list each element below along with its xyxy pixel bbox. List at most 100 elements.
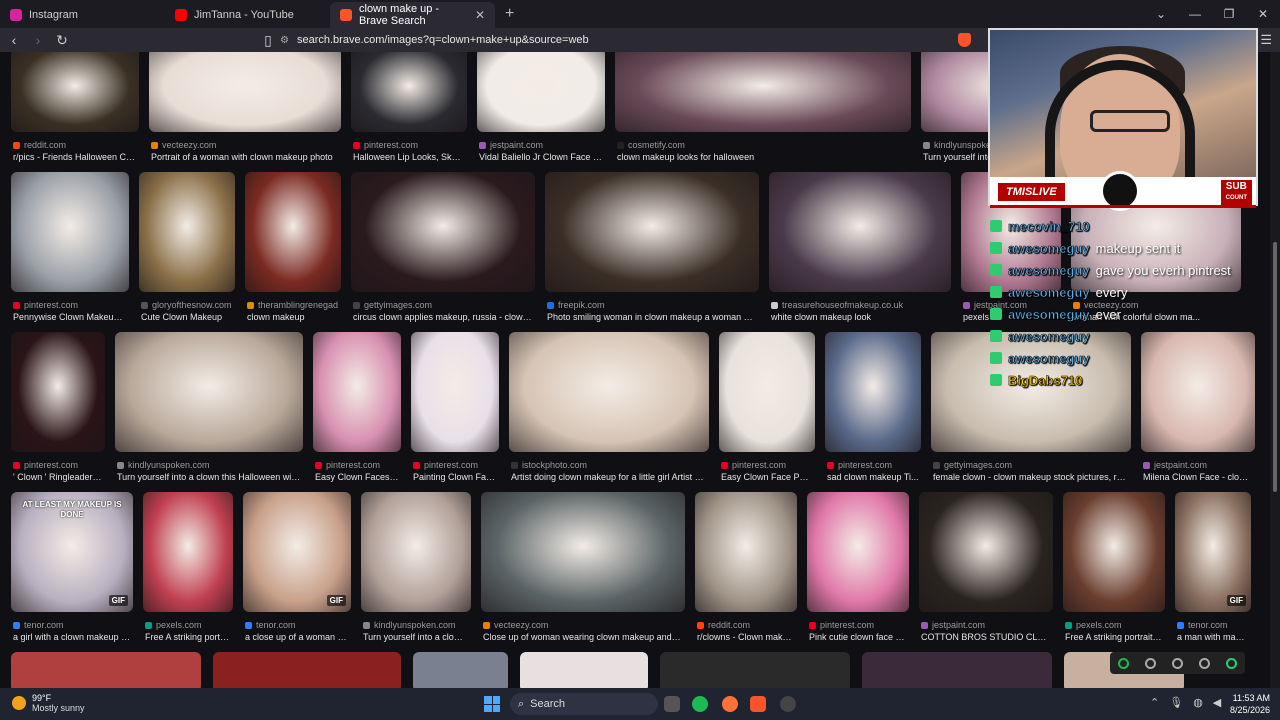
image-thumbnail[interactable] xyxy=(115,332,303,452)
result-caption[interactable]: a girl with a clown makeup on... xyxy=(13,632,131,642)
result-caption[interactable]: sad clown makeup Ti... xyxy=(827,472,919,482)
result-caption[interactable]: a man with make... xyxy=(1177,632,1249,642)
volume-icon[interactable]: ◀ xyxy=(1213,696,1221,709)
toolbar-icon-2[interactable] xyxy=(1145,657,1156,669)
result-caption[interactable]: circus clown applies makeup, russia - cl… xyxy=(353,312,533,322)
result-caption[interactable]: r/pics - Friends Halloween Clo... xyxy=(13,152,137,162)
result-source[interactable]: pinterest.com xyxy=(721,460,813,470)
result-caption[interactable]: Close up of woman wearing clown makeup a… xyxy=(483,632,683,642)
bookmark-icon[interactable]: ▯ xyxy=(258,32,278,49)
result-source[interactable]: kindlyunspoken.com xyxy=(117,460,301,470)
result-source[interactable]: istockphoto.com xyxy=(511,460,707,470)
result-caption[interactable]: r/clowns - Clown makeu... xyxy=(697,632,795,642)
result-source[interactable]: pexels.com xyxy=(1065,620,1163,630)
result-source[interactable]: pinterest.com xyxy=(827,460,919,470)
image-result-card[interactable]: pinterest.com Easy Clown Faces, S... xyxy=(313,332,401,492)
result-source[interactable]: freepik.com xyxy=(547,300,757,310)
result-caption[interactable]: Painting Clown Face... xyxy=(413,472,497,482)
result-caption[interactable]: Free A striking portrait o... xyxy=(1065,632,1163,642)
scrollbar-thumb[interactable] xyxy=(1273,242,1277,492)
result-source[interactable]: tenor.com xyxy=(13,620,131,630)
image-thumbnail[interactable] xyxy=(361,492,471,612)
tab-brave-search[interactable]: clown make up - Brave Search ✕ xyxy=(330,2,495,28)
menu-icon[interactable]: ☰ xyxy=(1260,32,1272,48)
obs-icon[interactable] xyxy=(780,696,796,712)
result-source[interactable]: pinterest.com xyxy=(413,460,497,470)
image-thumbnail[interactable] xyxy=(11,172,129,292)
result-source[interactable]: pinterest.com xyxy=(13,460,103,470)
result-source[interactable]: pinterest.com xyxy=(353,140,465,150)
minimize-icon[interactable]: — xyxy=(1178,7,1212,21)
image-result-card[interactable]: kindlyunspoken.com Turn yourself into a c… xyxy=(361,492,471,652)
image-thumbnail[interactable] xyxy=(545,172,759,292)
image-thumbnail[interactable] xyxy=(149,52,341,132)
image-result-card[interactable]: pexels.com Free A striking portrait o... xyxy=(1063,492,1165,652)
image-result-card[interactable]: pinterest.com Pennywise Clown Makeup, P..… xyxy=(11,172,129,332)
result-caption[interactable]: Pennywise Clown Makeup, P... xyxy=(13,312,127,322)
image-thumbnail[interactable] xyxy=(481,492,685,612)
result-source[interactable]: reddit.com xyxy=(13,140,137,150)
image-thumbnail[interactable] xyxy=(520,652,648,688)
result-source[interactable]: kindlyunspoken.com xyxy=(363,620,469,630)
image-thumbnail[interactable] xyxy=(143,492,233,612)
image-thumbnail[interactable] xyxy=(413,652,508,688)
result-caption[interactable]: Free A striking portra... xyxy=(145,632,231,642)
weather-widget[interactable]: 99°F Mostly sunny xyxy=(12,693,85,713)
image-thumbnail[interactable] xyxy=(825,332,921,452)
image-thumbnail[interactable] xyxy=(139,172,235,292)
result-caption[interactable]: Easy Clown Faces, S... xyxy=(315,472,399,482)
address-bar[interactable]: ⚙ search.brave.com/images?q=clown+make+u… xyxy=(280,31,980,49)
result-caption[interactable]: clown makeup looks for halloween xyxy=(617,152,909,162)
image-thumbnail[interactable] xyxy=(769,172,951,292)
image-result-card[interactable]: reddit.com r/pics - Friends Halloween Clo… xyxy=(11,52,139,172)
image-thumbnail[interactable] xyxy=(615,52,911,132)
image-thumbnail[interactable] xyxy=(411,332,499,452)
clock[interactable]: 11:53 AM 8/25/2026 xyxy=(1230,692,1270,716)
image-thumbnail[interactable] xyxy=(807,492,909,612)
image-result-card[interactable]: pinterest.com ' Clown ' Ringleader M... xyxy=(11,332,105,492)
image-result-card[interactable]: treasurehouseofmakeup.co.uk white clown m… xyxy=(769,172,951,332)
image-result-card[interactable]: pexels.com Free A striking portra... xyxy=(143,492,233,652)
result-caption[interactable]: Halloween Lip Looks, Skele... xyxy=(353,152,465,162)
result-caption[interactable]: Photo smiling woman in clown makeup a wo… xyxy=(547,312,757,322)
result-source[interactable]: jestpaint.com xyxy=(921,620,1051,630)
toolbar-icon-4[interactable] xyxy=(1199,657,1210,669)
firefox-icon[interactable] xyxy=(722,696,738,712)
image-result-card[interactable]: kindlyunspoken.com Turn yourself into a c… xyxy=(115,332,303,492)
result-source[interactable]: pinterest.com xyxy=(13,300,127,310)
result-source[interactable]: gloryofthesnow.com xyxy=(141,300,233,310)
image-thumbnail[interactable]: AT LEAST MY MAKEUP IS DONE GIF xyxy=(11,492,133,612)
back-icon[interactable]: ‹ xyxy=(4,32,24,48)
image-result-card[interactable]: vecteezy.com Close up of woman wearing cl… xyxy=(481,492,685,652)
brave-shield-icon[interactable] xyxy=(958,33,971,47)
result-source[interactable]: theramblingrenegad... xyxy=(247,300,339,310)
result-source[interactable]: pinterest.com xyxy=(315,460,399,470)
image-thumbnail[interactable] xyxy=(11,652,201,688)
result-caption[interactable]: ' Clown ' Ringleader M... xyxy=(13,472,103,482)
image-thumbnail[interactable] xyxy=(11,52,139,132)
image-result-card[interactable]: gloryofthesnow.com Cute Clown Makeup xyxy=(139,172,235,332)
result-caption[interactable]: Turn yourself into a clown this Hallowee… xyxy=(117,472,301,482)
image-result-card[interactable]: GIF tenor.com a man with make... xyxy=(1175,492,1251,652)
spotify-icon[interactable] xyxy=(1118,657,1129,669)
image-result-card[interactable]: reddit.com r/clowns - Clown makeu... xyxy=(695,492,797,652)
taskbar-search[interactable]: ⌕ Search xyxy=(510,693,658,715)
image-result-card[interactable]: istockphoto.com Artist doing clown makeup… xyxy=(509,332,709,492)
image-result-card[interactable]: AT LEAST MY MAKEUP IS DONE GIF tenor.com a … xyxy=(11,492,133,652)
result-caption[interactable]: white clown makeup look xyxy=(771,312,949,322)
result-caption[interactable]: Artist doing clown makeup for a little g… xyxy=(511,472,707,482)
restore-icon[interactable]: ❐ xyxy=(1212,7,1246,21)
result-caption[interactable]: Milena Clown Face - clown... xyxy=(1143,472,1253,482)
result-source[interactable]: pexels.com xyxy=(145,620,231,630)
result-source[interactable]: tenor.com xyxy=(1177,620,1249,630)
image-result-card[interactable]: jestpaint.com Vidal Baliello Jr Clown Fac… xyxy=(477,52,605,172)
brave-taskbar-icon[interactable] xyxy=(750,696,766,712)
image-result-card[interactable]: pinterest.com Halloween Lip Looks, Skele.… xyxy=(351,52,467,172)
new-tab-button[interactable]: + xyxy=(495,5,524,23)
result-caption[interactable]: clown makeup xyxy=(247,312,339,322)
result-source[interactable]: jestpaint.com xyxy=(1143,460,1253,470)
image-thumbnail[interactable] xyxy=(695,492,797,612)
result-source[interactable]: gettyimages.com xyxy=(933,460,1129,470)
image-thumbnail[interactable] xyxy=(919,492,1053,612)
result-caption[interactable]: Portrait of a woman with clown makeup ph… xyxy=(151,152,339,162)
